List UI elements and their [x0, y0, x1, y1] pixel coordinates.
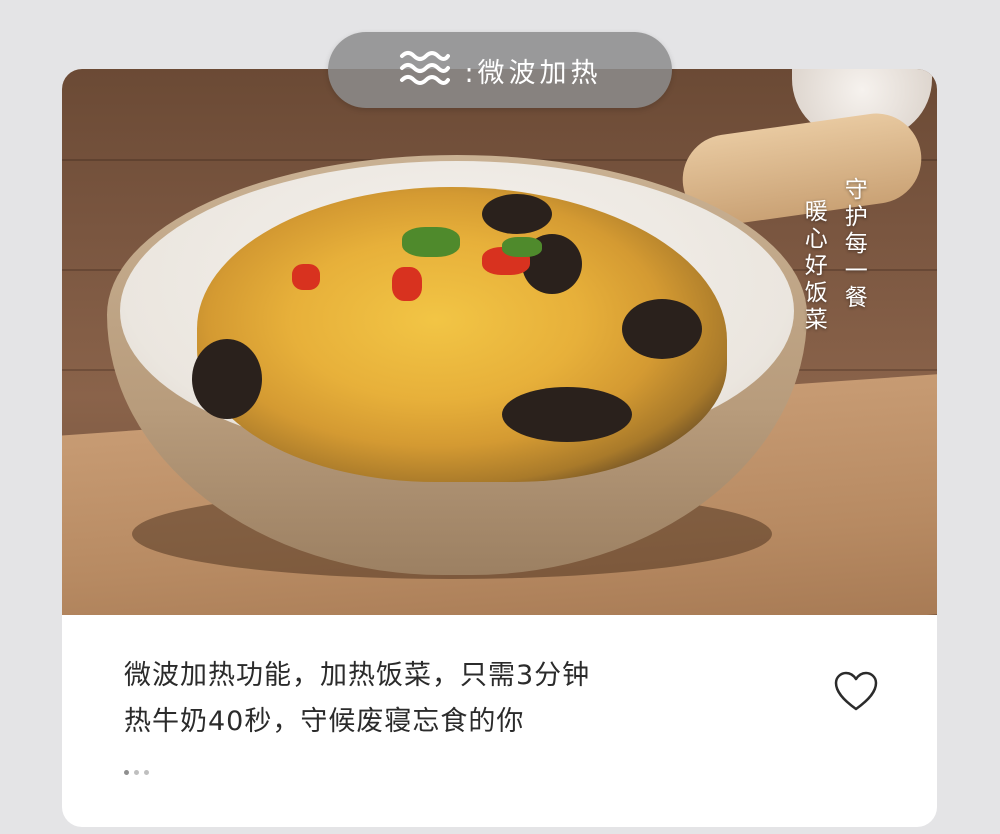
feature-description: 微波加热功能，加热饭菜，只需3分钟 热牛奶40秒，守候废寝忘食的你 — [124, 653, 744, 745]
pagination-dot[interactable] — [134, 770, 139, 775]
feature-badge-label: :微波加热 — [464, 57, 602, 89]
heart-outline-icon[interactable] — [832, 669, 880, 713]
heat-waves-icon — [398, 46, 451, 94]
description-line-1: 微波加热功能，加热饭菜，只需3分钟 — [124, 660, 591, 691]
slogan-line-1: 暖心好饭菜 — [800, 199, 827, 334]
feature-card: 暖心好饭菜 守护每一餐 微波加热功能，加热饭菜，只需3分钟 热牛奶40秒，守候废… — [62, 69, 937, 827]
food-photo: 暖心好饭菜 守护每一餐 — [62, 69, 937, 615]
description-line-2: 热牛奶40秒，守候废寝忘食的你 — [124, 706, 525, 737]
feature-badge: :微波加热 — [328, 32, 672, 108]
pagination-dot[interactable] — [124, 770, 129, 775]
pagination-dot[interactable] — [144, 770, 149, 775]
slogan-line-2: 守护每一餐 — [840, 177, 867, 312]
pagination-dots[interactable] — [124, 770, 149, 775]
